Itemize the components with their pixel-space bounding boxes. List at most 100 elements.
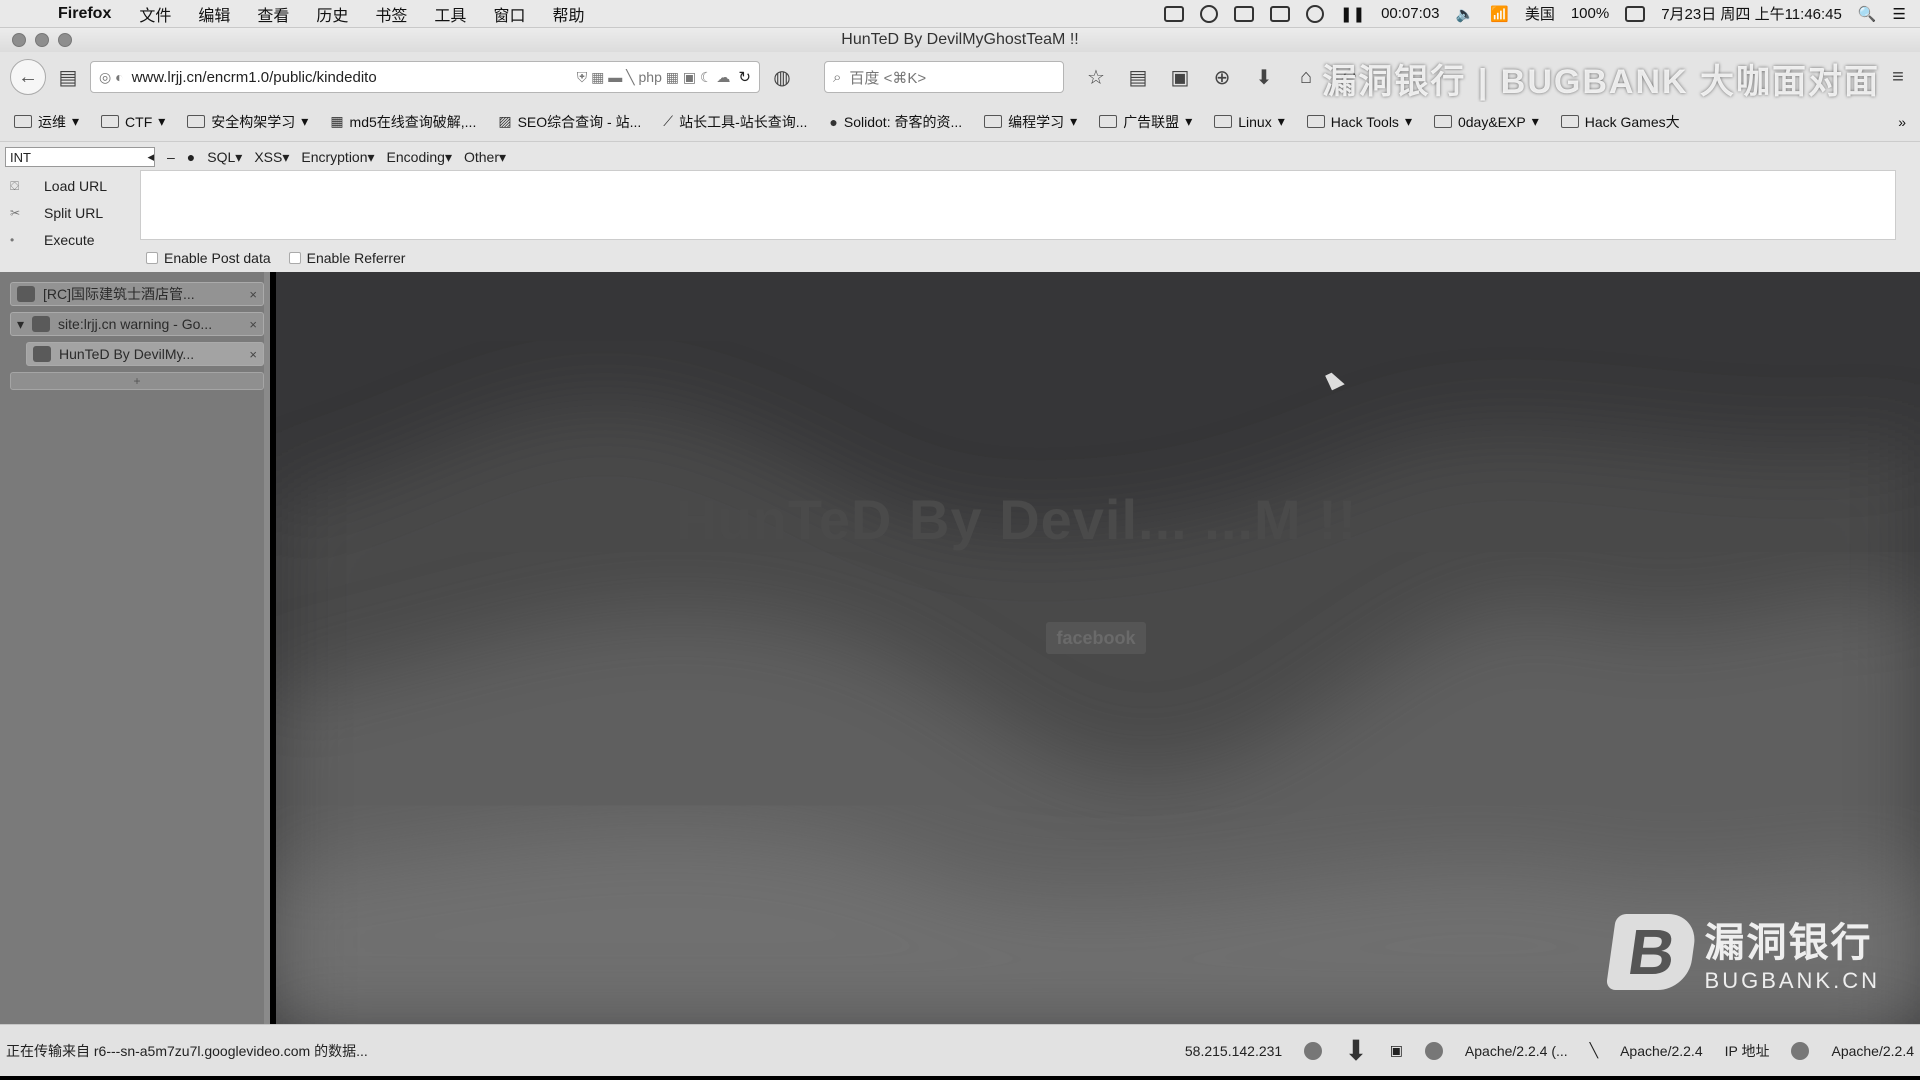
enable-referrer-checkbox[interactable]: Enable Referrer [288, 250, 405, 266]
close-tab-icon[interactable]: × [249, 317, 257, 332]
server-header-1[interactable]: Apache/2.2.4 (... [1465, 1043, 1568, 1059]
menu-encryption[interactable]: Encryption▾ [301, 149, 374, 166]
close-tab-icon[interactable]: × [249, 287, 257, 302]
minimize-window-button[interactable] [35, 33, 49, 47]
enable-post-data-checkbox[interactable]: Enable Post data [146, 250, 271, 266]
clock[interactable]: 7月23日 周四 上午11:46:45 [1661, 3, 1842, 24]
menu-sql[interactable]: SQL▾ [207, 149, 242, 166]
search-placeholder[interactable]: 百度 <⌘K> [849, 67, 926, 88]
type-select-value: INT [10, 149, 31, 165]
zoom-window-button[interactable] [58, 33, 72, 47]
circle-icon[interactable] [1305, 4, 1324, 23]
menu-edit[interactable]: 编辑 [198, 2, 230, 26]
bookmark-item[interactable]: 运维 ▾ [14, 112, 79, 132]
reload-icon[interactable]: ↻ [738, 68, 751, 86]
feather-icon[interactable]: ╲ [1590, 1042, 1598, 1059]
url-bar[interactable]: ◎ ◐ www.lrjj.cn/encrm1.0/public/kindedit… [90, 61, 760, 93]
menu-app-firefox[interactable]: Firefox [58, 5, 111, 23]
url-addon-icons[interactable]: ⛨ ▦ ▬ ╲ php ▦ ▣ ☾ ☁ [577, 69, 731, 86]
menu-encoding[interactable]: Encoding▾ [387, 149, 452, 166]
save-icon[interactable]: ▣ [1168, 65, 1192, 89]
bookmark-item[interactable]: Linux ▾ [1214, 113, 1285, 130]
status-circle-icon[interactable] [1199, 4, 1218, 23]
input-method[interactable]: 美国 [1525, 3, 1555, 24]
ip-address-label[interactable]: IP 地址 [1725, 1041, 1770, 1061]
tab-tree-sidebar: [RC]国际建筑士酒店管... × ▾ site:lrjj.cn warning… [0, 272, 270, 1024]
bookmark-item[interactable]: ⟋ 站长工具-站长查询... [663, 112, 807, 132]
wifi-icon[interactable]: 📶 [1490, 5, 1509, 23]
notification-center-icon[interactable]: ☰ [1893, 5, 1906, 23]
globe-icon[interactable] [1424, 1041, 1443, 1060]
chevron-overflow-icon[interactable]: » [1898, 114, 1906, 130]
bookmark-item[interactable]: ▦ md5在线查询破解,... [330, 112, 476, 132]
server-header-2[interactable]: Apache/2.2.4 [1620, 1043, 1703, 1059]
sidebar-tab-active[interactable]: HunTeD By DevilMy... × [26, 342, 264, 366]
server-header-3[interactable]: Apache/2.2.4 [1831, 1043, 1914, 1059]
close-tab-icon[interactable]: × [249, 347, 257, 362]
reading-list-icon[interactable]: ▤ [1126, 65, 1150, 89]
bookmark-item[interactable]: CTF ▾ [101, 113, 165, 130]
split-url-button[interactable]: ✂ Split URL [6, 199, 136, 226]
battery-icon[interactable] [1625, 5, 1646, 22]
chevron-down-icon: ▾ [158, 113, 166, 129]
hamburger-menu-icon[interactable]: ≡ [1886, 65, 1910, 89]
brand-name-cn: 漏洞银行 [1704, 921, 1873, 965]
dot-icon[interactable]: ● [187, 149, 195, 165]
volume-icon[interactable]: 🔈 [1455, 5, 1474, 23]
execute-icon: • [10, 232, 15, 247]
search-bar[interactable]: ⌕ 百度 <⌘K> [824, 61, 1064, 93]
download-arrow-icon[interactable]: ⬇ [1344, 1034, 1367, 1067]
bookmark-item[interactable]: Hack Tools ▾ [1306, 113, 1412, 130]
server-ip[interactable]: 58.215.142.231 [1185, 1043, 1282, 1059]
folder-icon [1214, 115, 1233, 128]
sidebar-toggle-icon[interactable]: ▤ [56, 65, 80, 89]
sidebar-tab[interactable]: ▾ site:lrjj.cn warning - Go... × [10, 312, 264, 336]
close-window-button[interactable] [12, 33, 26, 47]
video-watermark: 漏洞银行 | BUGBANK 大咖面对面 [1322, 63, 1880, 101]
bookmark-item[interactable]: Hack Games大 [1560, 112, 1680, 132]
new-tab-button[interactable]: + [10, 372, 264, 390]
menu-other[interactable]: Other▾ [464, 149, 506, 166]
addon-icon[interactable] [1304, 1041, 1323, 1060]
sidebar-tab[interactable]: [RC]国际建筑士酒店管... × [10, 282, 264, 306]
bookmark-item[interactable]: ▨ SEO综合查询 - 站... [498, 112, 641, 132]
checkbox[interactable] [146, 252, 158, 264]
type-select[interactable]: INT ◂ [5, 147, 155, 167]
bookmark-item[interactable]: 广告联盟 ▾ [1099, 112, 1192, 132]
bookmark-item[interactable]: 安全构架学习 ▾ [187, 112, 308, 132]
screenshot-icon[interactable]: ▣ [1390, 1042, 1403, 1059]
url-text[interactable]: www.lrjj.cn/encrm1.0/public/kindedito [132, 69, 377, 86]
screen-recorder-icon[interactable] [1269, 5, 1290, 22]
execute-button[interactable]: • Execute [6, 226, 136, 253]
minus-icon[interactable]: – [167, 149, 175, 165]
menu-xss[interactable]: XSS▾ [254, 149, 289, 166]
bookmark-item[interactable]: 编程学习 ▾ [984, 112, 1077, 132]
bugbank-logo-icon: B [1605, 914, 1698, 990]
menu-window[interactable]: 窗口 [493, 2, 525, 26]
pause-icon[interactable]: ❚❚ [1340, 5, 1365, 23]
menu-bookmarks[interactable]: 书签 [375, 2, 407, 26]
collapse-triangle-icon[interactable]: ▾ [17, 316, 24, 333]
menu-view[interactable]: 查看 [257, 2, 289, 26]
menu-file[interactable]: 文件 [139, 2, 171, 26]
load-url-button[interactable]: ⛋ Load URL [6, 172, 136, 199]
addon-icon[interactable]: ⊕ [1210, 65, 1234, 89]
info-icon[interactable] [1791, 1041, 1810, 1060]
globe-icon[interactable]: ◍ [770, 65, 794, 89]
checkbox[interactable] [288, 252, 301, 264]
camera-icon[interactable] [1163, 5, 1184, 22]
bookmark-star-icon[interactable]: ☆ [1084, 65, 1108, 89]
download-icon[interactable]: ⬇ [1252, 65, 1276, 89]
spotlight-search-icon[interactable]: 🔍 [1858, 5, 1877, 23]
bookmark-item[interactable]: ● Solidot: 奇客的资... [829, 112, 962, 132]
menu-tools[interactable]: 工具 [434, 2, 466, 26]
facebook-button[interactable]: facebook [1046, 622, 1146, 654]
site-identity-icons[interactable]: ◎ ◐ [99, 69, 124, 86]
menu-help[interactable]: 帮助 [552, 2, 584, 26]
menu-history[interactable]: 历史 [316, 2, 348, 26]
back-button[interactable]: ← [10, 59, 46, 95]
display-icon[interactable] [1233, 5, 1254, 22]
home-icon[interactable]: ⌂ [1294, 65, 1318, 89]
hackbar-url-textarea[interactable] [140, 170, 1896, 240]
bookmark-item[interactable]: 0day&EXP ▾ [1433, 113, 1539, 130]
